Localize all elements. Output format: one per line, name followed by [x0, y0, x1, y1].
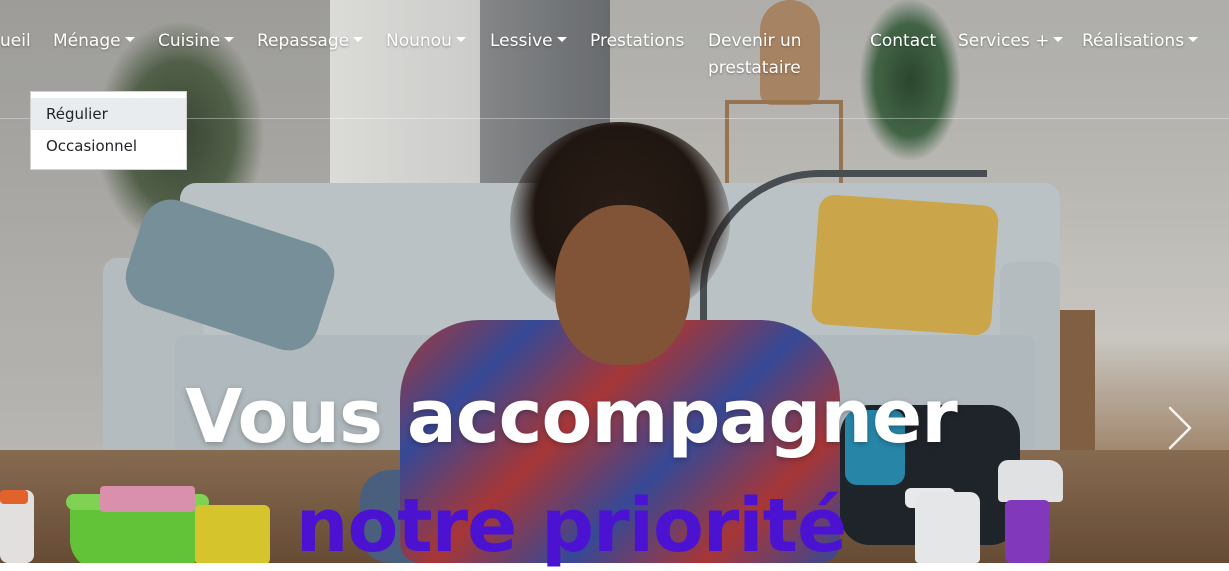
nav-item-label: Prestations [590, 31, 685, 51]
nav-item-label: Services + [958, 31, 1050, 51]
nav-item-label: Devenir un prestataire [708, 31, 802, 78]
hero-subtitle: notre priorité [295, 483, 847, 570]
nav-item-prestations[interactable]: Prestations [590, 30, 684, 52]
nav-item-devenir-prestataire[interactable]: Devenir un prestataire [708, 28, 818, 82]
nav-item-label: Contact [870, 31, 937, 51]
nav-item-label: Nounou [386, 31, 452, 51]
caret-down-icon [455, 36, 466, 42]
carousel-next-button[interactable] [1160, 400, 1200, 456]
nav-item-label: Lessive [490, 31, 553, 51]
nav-item-nounou[interactable]: Nounou [386, 30, 466, 52]
nav-item-label: Ménage [53, 31, 121, 51]
dropdown-item-regulier[interactable]: Régulier [31, 98, 186, 130]
caret-down-icon [124, 36, 135, 42]
nav-item-menage[interactable]: Ménage [53, 30, 135, 52]
hero-title: Vous accompagner [185, 373, 957, 460]
nav-item-accueil[interactable]: ueil [0, 30, 31, 52]
nav-item-label: Réalisations [1082, 31, 1185, 51]
caret-down-icon [556, 36, 567, 42]
nav-item-label: Cuisine [158, 31, 221, 51]
caret-down-icon [353, 36, 364, 42]
dropdown-item-occasionnel[interactable]: Occasionnel [31, 130, 186, 162]
chevron-right-icon [1168, 406, 1192, 450]
caret-down-icon [1188, 36, 1199, 42]
nav-item-realisations[interactable]: Réalisations [1082, 30, 1199, 52]
nav-item-label: Repassage [257, 31, 350, 51]
caret-down-icon [224, 36, 235, 42]
nav-item-lessive[interactable]: Lessive [490, 30, 567, 52]
nav-item-label: ueil [0, 31, 31, 51]
caret-down-icon [1053, 36, 1064, 42]
menage-dropdown-menu: Régulier Occasionnel [30, 91, 187, 170]
nav-item-repassage[interactable]: Repassage [257, 30, 364, 52]
nav-item-services[interactable]: Services + [958, 30, 1064, 52]
nav-item-contact[interactable]: Contact [870, 30, 936, 52]
nav-item-cuisine[interactable]: Cuisine [158, 30, 235, 52]
